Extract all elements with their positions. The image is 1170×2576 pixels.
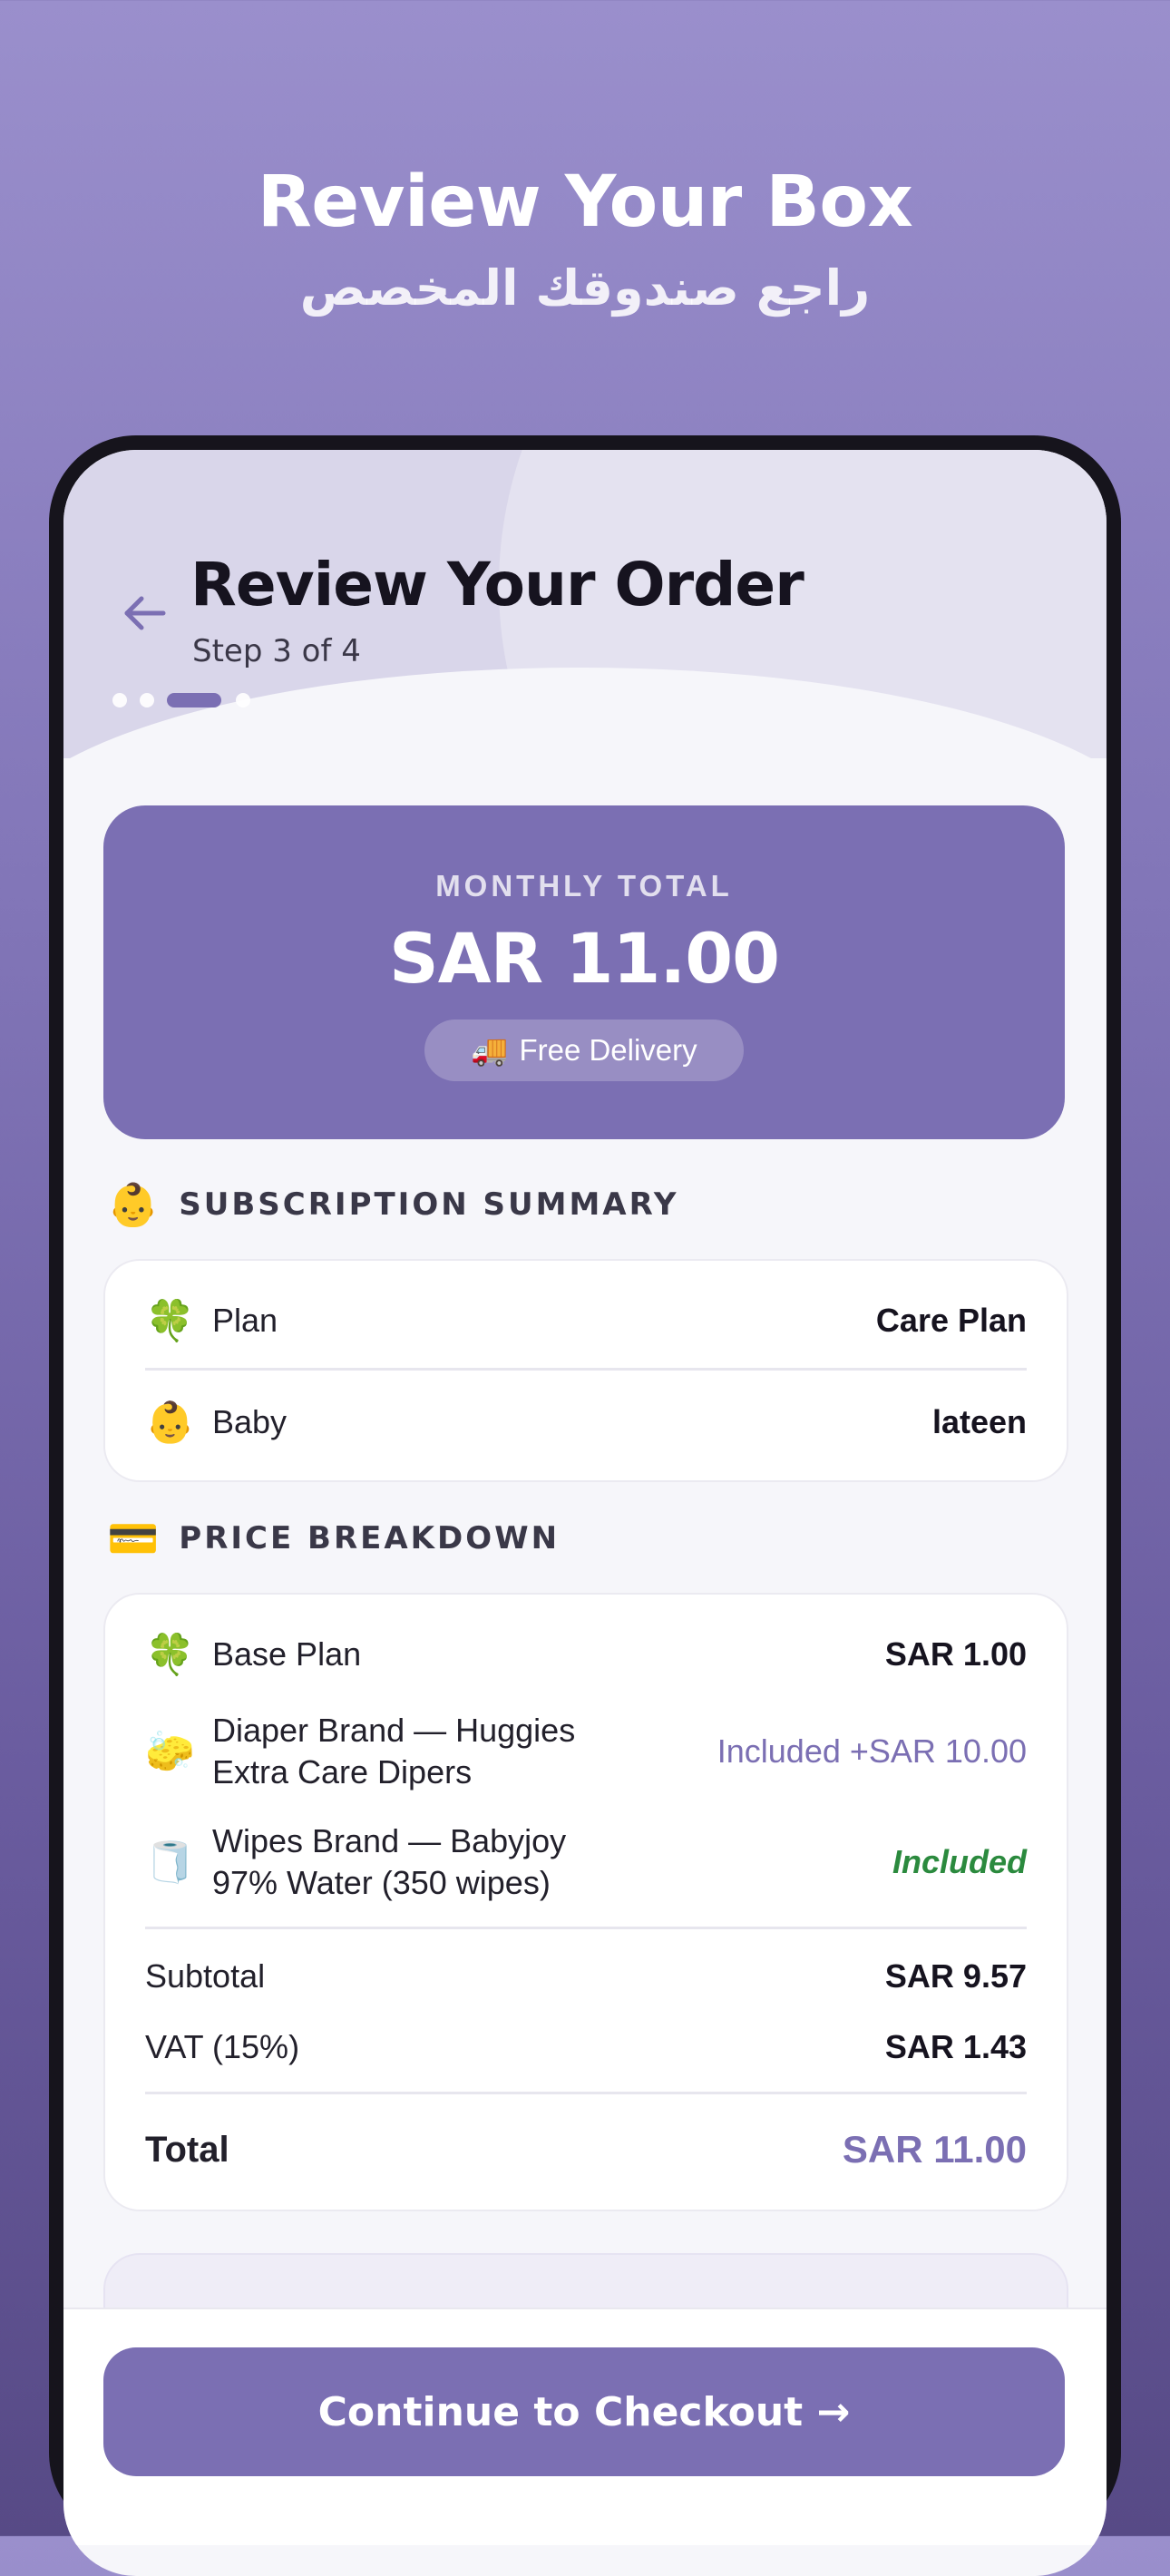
wipes-brand-row: 🧻 Wipes Brand — Babyjoy 97% Water (350 w…: [145, 1812, 1027, 1912]
clover-icon: 🍀: [145, 1299, 195, 1343]
base-plan-row: 🍀 Base Plan SAR 1.00: [145, 1627, 1027, 1682]
subscription-summary-title: SUBSCRIPTION SUMMARY: [179, 1186, 679, 1223]
price-breakdown-title: PRICE BREAKDOWN: [179, 1520, 561, 1556]
credit-card-icon: 💳: [107, 1513, 160, 1563]
monthly-total-amount: SAR 11.00: [389, 918, 780, 999]
plan-value: Care Plan: [875, 1302, 1027, 1339]
subscription-summary-card: 🍀 Plan Care Plan 👶 Baby lateen: [103, 1259, 1068, 1482]
price-breakdown-heading: 💳 PRICE BREAKDOWN: [107, 1511, 560, 1566]
free-delivery-badge: 🚚 Free Delivery: [424, 1020, 744, 1081]
page-title: Review Your Order: [190, 550, 804, 620]
hero-title: Review Your Box: [257, 161, 913, 243]
diaper-icon: 🧽: [145, 1730, 195, 1774]
step-dot-3-active: [167, 693, 221, 707]
vat-row: VAT (15%) SAR 1.43: [145, 2015, 1027, 2079]
baby-row: 👶 Baby lateen: [145, 1395, 1027, 1449]
continue-to-checkout-button[interactable]: Continue to Checkout →: [103, 2347, 1065, 2476]
vat-label: VAT (15%): [145, 2028, 300, 2065]
wipes-icon: 🧻: [145, 1840, 195, 1885]
plan-row: 🍀 Plan Care Plan: [145, 1293, 1027, 1348]
divider: [145, 1927, 1027, 1929]
phone-frame: Review Your Order Step 3 of 4 MONTHLY TO…: [49, 435, 1121, 2576]
divider: [145, 2092, 1027, 2094]
app-screen: Review Your Order Step 3 of 4 MONTHLY TO…: [63, 450, 1107, 2576]
step-indicator-text: Step 3 of 4: [192, 633, 361, 669]
diaper-brand-value: Included +SAR 10.00: [717, 1732, 1027, 1770]
monthly-total-label: MONTHLY TOTAL: [435, 869, 733, 903]
baby-value: lateen: [931, 1403, 1027, 1440]
step-dot-2: [140, 693, 154, 707]
subtotal-value: SAR 9.57: [884, 1957, 1027, 1995]
baby-label: Baby: [212, 1403, 288, 1440]
price-breakdown-card: 🍀 Base Plan SAR 1.00 🧽 Diaper Brand — Hu…: [103, 1593, 1068, 2211]
baby-face-icon: 👶: [145, 1400, 195, 1445]
plan-label: Plan: [212, 1302, 278, 1339]
back-arrow-icon[interactable]: [118, 586, 172, 640]
step-dot-1: [112, 693, 127, 707]
free-delivery-label: Free Delivery: [519, 1033, 697, 1067]
step-dot-4: [236, 693, 250, 707]
truck-icon: 🚚: [471, 1032, 509, 1067]
total-label: Total: [145, 2129, 229, 2170]
hero-subtitle-arabic: راجع صندوقك المخصص: [299, 259, 871, 317]
diaper-brand-row: 🧽 Diaper Brand — Huggies Extra Care Dipe…: [145, 1702, 1027, 1801]
subtotal-row: Subtotal SAR 9.57: [145, 1945, 1027, 2008]
diaper-brand-label: Diaper Brand — Huggies Extra Care Dipers: [212, 1712, 576, 1791]
subscription-summary-heading: 👶 SUBSCRIPTION SUMMARY: [107, 1177, 679, 1232]
vat-value: SAR 1.43: [884, 2028, 1027, 2065]
base-plan-value: SAR 1.00: [884, 1635, 1027, 1673]
baby-icon: 👶: [107, 1179, 160, 1229]
monthly-total-card: MONTHLY TOTAL SAR 11.00 🚚 Free Delivery: [103, 805, 1065, 1139]
total-value: SAR 11.00: [842, 2128, 1027, 2171]
clover-icon: 🍀: [145, 1633, 195, 1677]
wipes-brand-value: Included: [892, 1843, 1027, 1880]
divider: [145, 1368, 1027, 1371]
bottom-action-bar: Continue to Checkout →: [63, 2308, 1107, 2545]
wipes-brand-label: Wipes Brand — Babyjoy 97% Water (350 wip…: [212, 1822, 567, 1901]
base-plan-label: Base Plan: [212, 1635, 362, 1673]
total-row: Total SAR 11.00: [145, 2113, 1027, 2186]
subtotal-label: Subtotal: [145, 1957, 266, 1995]
